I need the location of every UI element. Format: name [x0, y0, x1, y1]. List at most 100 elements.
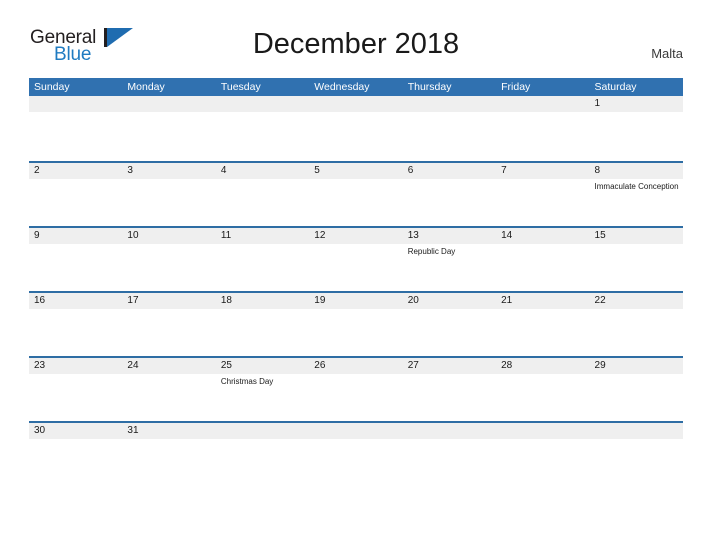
day-cell-empty [216, 96, 309, 112]
day-body-cell [496, 374, 589, 421]
day-cell[interactable]: 2 [29, 163, 122, 179]
calendar-week-row: 9 10 11 12 13 14 15 Republic Day [29, 226, 683, 291]
country-label: Malta [651, 46, 683, 61]
day-number: 22 [594, 295, 606, 306]
day-body-cell [122, 309, 215, 356]
day-body-cell [29, 309, 122, 356]
day-cell[interactable]: 3 [122, 163, 215, 179]
day-number-band: 23 24 25 26 27 28 29 [29, 358, 683, 374]
day-number: 11 [220, 230, 232, 241]
day-cell-empty [309, 96, 402, 112]
day-body-cell [403, 112, 496, 159]
day-number: 20 [407, 295, 419, 306]
day-number: 9 [34, 230, 40, 241]
day-cell[interactable]: 13 [403, 228, 496, 244]
day-body-cell [403, 179, 496, 226]
day-number: 26 [314, 360, 326, 371]
day-body-cell [122, 244, 215, 291]
day-cell[interactable]: 26 [309, 358, 402, 374]
day-cell[interactable]: 18 [216, 293, 309, 309]
day-cell[interactable]: 5 [309, 163, 402, 179]
day-cell[interactable]: 29 [590, 358, 683, 374]
day-number: 28 [501, 360, 513, 371]
day-number: 25 [220, 360, 232, 371]
day-number-band: 2 3 4 5 6 7 8 [29, 163, 683, 179]
day-cell[interactable]: 16 [29, 293, 122, 309]
day-cell[interactable]: 30 [29, 423, 122, 439]
day-body-cell [309, 244, 402, 291]
day-cell[interactable]: 14 [496, 228, 589, 244]
day-number: 13 [407, 230, 419, 241]
day-cell-empty [590, 423, 683, 439]
weekday-header-monday: Monday [127, 81, 165, 93]
day-cell[interactable]: 25 [216, 358, 309, 374]
day-cell[interactable]: 7 [496, 163, 589, 179]
day-cell[interactable]: 1 [590, 96, 683, 112]
weekday-header-row: Sunday Monday Tuesday Wednesday Thursday… [29, 78, 683, 96]
day-cell[interactable]: 8 [590, 163, 683, 179]
day-number: 23 [34, 360, 46, 371]
day-body-cell [29, 179, 122, 226]
day-body-cell [496, 244, 589, 291]
day-cell[interactable]: 17 [122, 293, 215, 309]
day-cell[interactable]: 4 [216, 163, 309, 179]
calendar-week-row: 2 3 4 5 6 7 8 Immaculate Conception [29, 161, 683, 226]
day-body-cell [29, 244, 122, 291]
holiday-label: Immaculate Conception [594, 182, 679, 191]
day-number: 12 [314, 230, 326, 241]
day-body-cell [29, 112, 122, 159]
day-cell[interactable]: 12 [309, 228, 402, 244]
day-number: 5 [314, 165, 320, 176]
day-number: 18 [220, 295, 232, 306]
day-body-cell [122, 374, 215, 421]
day-cell[interactable]: 11 [216, 228, 309, 244]
day-number: 17 [127, 295, 139, 306]
day-cell[interactable]: 10 [122, 228, 215, 244]
day-number: 16 [34, 295, 46, 306]
day-cell[interactable]: 24 [122, 358, 215, 374]
day-number: 1 [594, 98, 601, 109]
day-cell[interactable]: 23 [29, 358, 122, 374]
day-body-cell [216, 309, 309, 356]
day-number-band: 30 31 [29, 423, 683, 439]
day-event-band [29, 112, 683, 159]
day-cell-empty [403, 423, 496, 439]
day-cell[interactable]: 15 [590, 228, 683, 244]
day-body-cell [496, 112, 589, 159]
day-body-cell [216, 112, 309, 159]
day-number: 31 [127, 425, 139, 436]
calendar-week-row: 23 24 25 26 27 28 29 Christmas Day [29, 356, 683, 421]
day-cell[interactable]: 6 [403, 163, 496, 179]
day-number: 30 [34, 425, 46, 436]
day-body-cell [309, 112, 402, 159]
day-cell[interactable]: 21 [496, 293, 589, 309]
day-number: 7 [501, 165, 507, 176]
day-body-cell [309, 309, 402, 356]
day-body-cell [590, 244, 683, 291]
day-cell[interactable]: 31 [122, 423, 215, 439]
day-cell-empty [496, 423, 589, 439]
day-number: 10 [127, 230, 139, 241]
day-cell[interactable]: 9 [29, 228, 122, 244]
day-body-cell [496, 179, 589, 226]
day-cell[interactable]: 28 [496, 358, 589, 374]
day-number: 24 [127, 360, 139, 371]
day-number: 3 [127, 165, 133, 176]
day-event-band: Immaculate Conception [29, 179, 683, 226]
weekday-header-tuesday: Tuesday [220, 81, 261, 93]
day-body-cell [29, 374, 122, 421]
day-event-band: Christmas Day [29, 374, 683, 421]
day-cell[interactable]: 19 [309, 293, 402, 309]
calendar-weeks: 1 2 3 4 5 6 7 8 Immaculate Conception 9 10 11 12 13 14… [29, 96, 683, 439]
weekday-header-thursday: Thursday [407, 81, 452, 93]
day-cell-empty [496, 96, 589, 112]
day-number-band: 9 10 11 12 13 14 15 [29, 228, 683, 244]
day-cell[interactable]: 20 [403, 293, 496, 309]
calendar-grid: Sunday Monday Tuesday Wednesday Thursday… [29, 78, 683, 439]
day-body-cell [496, 309, 589, 356]
day-cell[interactable]: 22 [590, 293, 683, 309]
day-body-cell [122, 112, 215, 159]
day-body-cell [216, 179, 309, 226]
day-number: 2 [34, 165, 40, 176]
day-cell[interactable]: 27 [403, 358, 496, 374]
